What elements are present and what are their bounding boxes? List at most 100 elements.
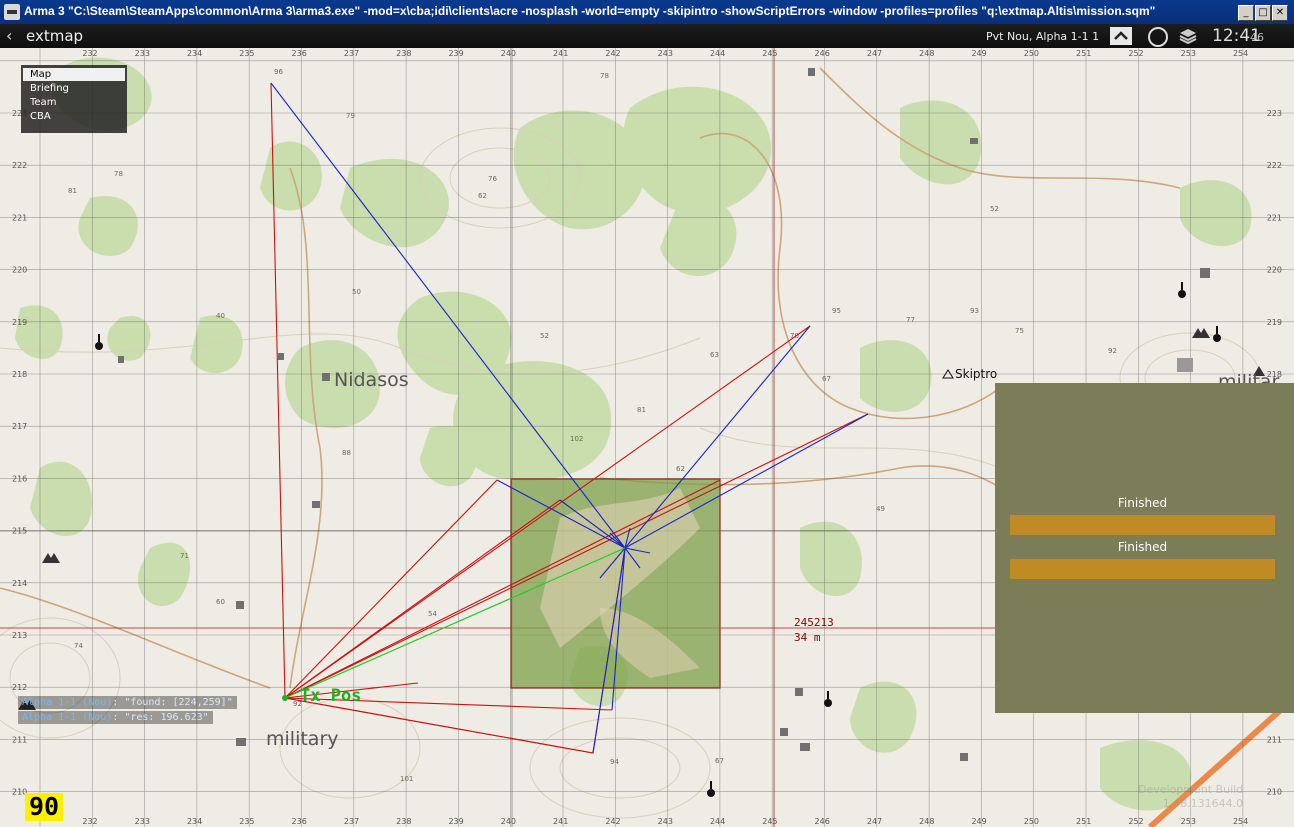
elevation-label: 94 <box>610 758 619 766</box>
grid-x-label: 232 <box>82 817 97 826</box>
grid-x-label: 250 <box>1024 817 1039 826</box>
elevation-label: 67 <box>822 375 831 383</box>
grid-x-label: 254 <box>1233 49 1248 58</box>
maximize-button[interactable]: □ <box>1255 5 1271 21</box>
elevation-label: 88 <box>342 449 351 457</box>
progress-label: Finished <box>1117 540 1168 554</box>
grid-x-label: 252 <box>1128 49 1143 58</box>
skiptro-label: Skiptro <box>955 367 998 381</box>
watermark-line: Development Build <box>1138 783 1244 796</box>
chat-line: Alpha 1-1 (Nou): "found: [224,259]" <box>18 696 237 709</box>
grid-x-label: 252 <box>1128 817 1143 826</box>
town-label-nidasos: Nidasos <box>334 369 409 391</box>
chat-sender: Alpha 1-1 (Nou) <box>22 712 113 723</box>
window-titlebar[interactable]: Arma 3 "C:\Steam\SteamApps\common\Arma 3… <box>0 0 1294 24</box>
grid-x-label: 237 <box>344 49 359 58</box>
grid-x-label: 251 <box>1076 49 1091 58</box>
elevation-label: 50 <box>352 288 361 296</box>
grid-x-label: 244 <box>710 49 725 58</box>
elevation-label: 81 <box>68 187 77 195</box>
elevation-label: 49 <box>876 505 885 513</box>
grid-x-label: 248 <box>919 49 934 58</box>
marker-distance: 34 m <box>794 631 821 644</box>
close-button[interactable]: ✕ <box>1272 5 1288 21</box>
grid-x-label: 242 <box>605 49 620 58</box>
tx-position-dot <box>282 695 288 701</box>
grid-x-label: 253 <box>1181 49 1196 58</box>
elevation-label: 67 <box>715 757 724 765</box>
grid-x-label: 235 <box>239 49 254 58</box>
elevation-label: 95 <box>832 307 841 315</box>
grid-x-label: 244 <box>710 817 725 826</box>
elevation-label: 101 <box>400 775 413 783</box>
grid-x-label: 241 <box>553 817 568 826</box>
elevation-label: 81 <box>637 406 646 414</box>
grid-x-label: 234 <box>187 817 202 826</box>
grid-x-label: 243 <box>658 817 673 826</box>
map-view[interactable]: 232 232 233 233 234 234 235 235 236 236 237 237 238 2… <box>0 48 1294 827</box>
elevation-label: 78 <box>600 72 609 80</box>
gps-circle-icon[interactable] <box>1148 27 1168 47</box>
grid-x-label: 254 <box>1233 817 1248 826</box>
grid-y-label: 218 <box>12 370 27 379</box>
grid-y-label: 220 <box>12 266 27 275</box>
window-title: Arma 3 "C:\Steam\SteamApps\common\Arma 3… <box>24 4 1156 18</box>
menu-item-team[interactable]: Team <box>23 96 125 109</box>
grid-x-label: 253 <box>1181 817 1196 826</box>
elevation-label: 96 <box>274 68 283 76</box>
menu-item-map[interactable]: Map <box>23 68 125 81</box>
grid-x-label: 246 <box>815 49 830 58</box>
grid-y-label: 211 <box>12 735 27 744</box>
status-panel: Finished Finished <box>995 383 1294 713</box>
collapse-up-button[interactable] <box>1110 27 1132 45</box>
elevation-label: 75 <box>1015 327 1024 335</box>
layers-icon[interactable] <box>1178 27 1198 45</box>
elevation-label: 62 <box>676 465 685 473</box>
grid-x-label: 236 <box>292 817 307 826</box>
grid-x-label: 242 <box>605 817 620 826</box>
town-label-military: military <box>266 728 339 750</box>
grid-x-label: 249 <box>971 817 986 826</box>
grid-y-label: 222 <box>1267 161 1282 170</box>
grid-y-label: 215 <box>12 527 27 536</box>
elevation-label: 76 <box>488 175 497 183</box>
elevation-label: 52 <box>990 205 999 213</box>
minimize-button[interactable]: _ <box>1238 5 1254 21</box>
grid-y-label: 211 <box>1267 735 1282 744</box>
elevation-label: 62 <box>478 192 487 200</box>
elevation-label: 40 <box>216 312 225 320</box>
grid-y-label: 219 <box>12 318 27 327</box>
elevation-label: 52 <box>540 332 549 340</box>
grid-x-label: 240 <box>501 817 516 826</box>
elevation-label: 71 <box>180 552 189 560</box>
chat-message: : "found: [224,259]" <box>112 697 233 708</box>
elevation-label: 93 <box>970 307 979 315</box>
menu-item-cba[interactable]: CBA <box>23 110 125 123</box>
progress-bar <box>1010 559 1275 579</box>
grid-x-label: 245 <box>762 817 777 826</box>
grid-y-label: 213 <box>12 631 27 640</box>
grid-x-label: 232 <box>82 49 97 58</box>
grid-x-label: 237 <box>344 817 359 826</box>
progress-bar <box>1010 515 1275 535</box>
build-watermark: Development Build 1.48.131644.0 <box>1138 783 1243 811</box>
grid-y-label: 210 <box>1267 788 1282 797</box>
grid-y-label: 222 <box>12 161 27 170</box>
grid-x-label: 238 <box>396 817 411 826</box>
progress-label: Finished <box>1117 496 1168 510</box>
grid-x-label: 251 <box>1076 817 1091 826</box>
grid-x-label: 245 <box>762 49 777 58</box>
grid-x-label: 248 <box>919 817 934 826</box>
back-chevron-icon[interactable]: ‹ <box>6 26 12 45</box>
elevation-label: 77 <box>906 316 915 324</box>
tx-position-label: Tx Pos <box>300 686 362 706</box>
grid-x-label: 240 <box>501 49 516 58</box>
grid-x-label: 243 <box>658 49 673 58</box>
grid-y-label: 212 <box>12 683 27 692</box>
grid-y-label: 217 <box>12 422 27 431</box>
map-topbar: ‹ extmap Pvt Nou, Alpha 1-1 1 12:41 46 <box>0 24 1294 48</box>
menu-item-briefing[interactable]: Briefing <box>23 82 125 95</box>
grid-x-label: 235 <box>239 817 254 826</box>
elevation-label: 63 <box>710 351 719 359</box>
grid-y-label: 216 <box>12 474 27 483</box>
